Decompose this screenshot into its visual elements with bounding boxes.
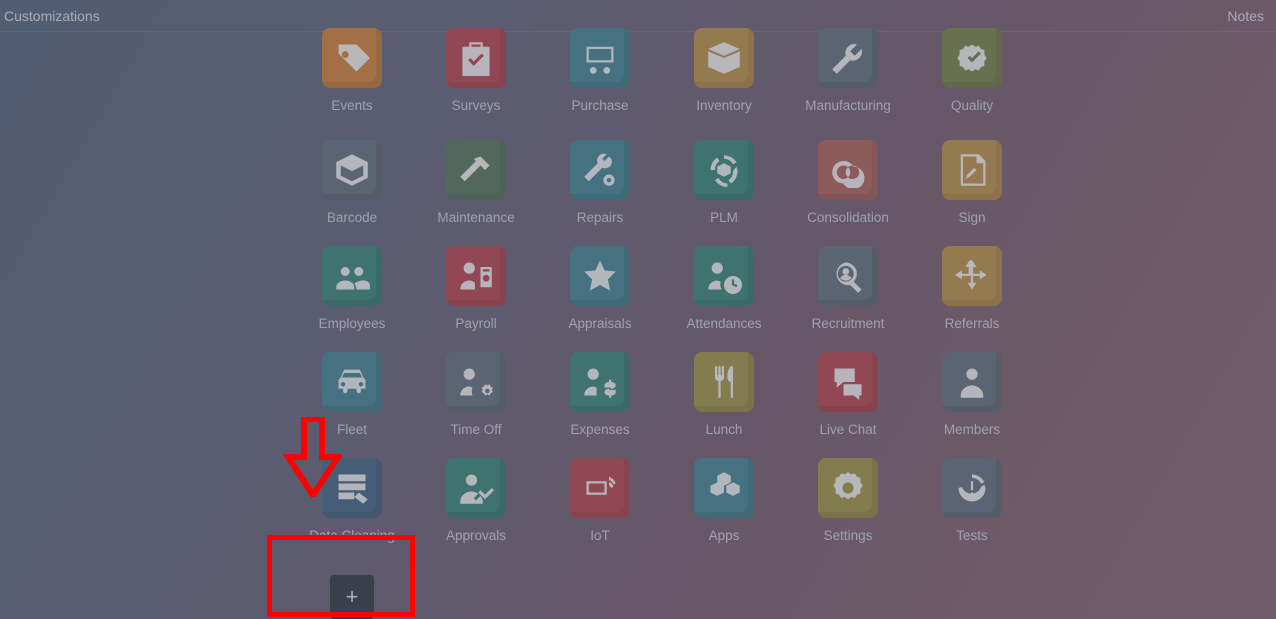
app-label: Quality [951, 98, 993, 114]
doc-sign-icon [942, 140, 1002, 200]
app-tile-settings[interactable]: Settings [786, 452, 910, 558]
clipboard-check-icon [446, 28, 506, 88]
car-icon [322, 352, 382, 412]
app-label: Appraisals [568, 316, 631, 332]
app-tile-expenses[interactable]: Expenses [538, 346, 662, 452]
tag-icon [322, 28, 382, 88]
app-label: Inventory [696, 98, 752, 114]
app-label: Members [944, 422, 1000, 438]
app-tile-approvals[interactable]: Approvals [414, 452, 538, 558]
app-tile-consolidation[interactable]: Consolidation [786, 134, 910, 240]
barcode-box-icon [322, 140, 382, 200]
app-grid: Events Surveys Purchase Inventory Manufactur… [290, 28, 1070, 619]
app-label: Employees [319, 316, 386, 332]
cubes-icon [694, 458, 754, 518]
magnify-user-icon [818, 246, 878, 306]
app-tile-referrals[interactable]: Referrals [910, 240, 1034, 346]
app-tile-plm[interactable]: PLM [662, 134, 786, 240]
app-label: Lunch [706, 422, 743, 438]
app-label: Manufacturing [805, 98, 891, 114]
referral-icon [942, 246, 1002, 306]
people-icon [322, 246, 382, 306]
app-tile-inventory[interactable]: Inventory [662, 28, 786, 134]
app-tile-surveys[interactable]: Surveys [414, 28, 538, 134]
app-label: Surveys [452, 98, 501, 114]
app-tile-appraisals[interactable]: Appraisals [538, 240, 662, 346]
app-tile-attendances[interactable]: Attendances [662, 240, 786, 346]
app-label: Maintenance [437, 210, 514, 226]
user-dollar-icon [570, 352, 630, 412]
gear-check-icon [942, 28, 1002, 88]
star-icon [570, 246, 630, 306]
app-label: Expenses [570, 422, 629, 438]
app-label: Attendances [686, 316, 761, 332]
app-tile-barcode[interactable]: Barcode [290, 134, 414, 240]
app-label: Events [331, 98, 372, 114]
app-tile-manufacturing[interactable]: Manufacturing [786, 28, 910, 134]
chat-bubbles-icon [818, 352, 878, 412]
app-label: Repairs [577, 210, 624, 226]
venn-icon [818, 140, 878, 200]
app-tile-iot[interactable]: IoT [538, 452, 662, 558]
cart-icon [570, 28, 630, 88]
app-label: Live Chat [819, 422, 876, 438]
topbar-left-label[interactable]: Customizations [0, 8, 100, 24]
member-icon [942, 352, 1002, 412]
user-clock-icon [694, 246, 754, 306]
app-label: Sign [958, 210, 985, 226]
app-label: Consolidation [807, 210, 889, 226]
user-gear-icon [446, 352, 506, 412]
cycle-cube-icon [694, 140, 754, 200]
app-label: Apps [709, 528, 740, 544]
app-tile-lunch[interactable]: Lunch [662, 346, 786, 452]
app-label: Time Off [450, 422, 501, 438]
app-label: PLM [710, 210, 738, 226]
app-tile-recruitment[interactable]: Recruitment [786, 240, 910, 346]
user-check-icon [446, 458, 506, 518]
iot-icon [570, 458, 630, 518]
app-tile-payroll[interactable]: Payroll [414, 240, 538, 346]
app-label: Payroll [455, 316, 496, 332]
annotation-red-arrow [282, 417, 342, 497]
hammer-icon [446, 140, 506, 200]
gear-icon [818, 458, 878, 518]
annotation-red-box [267, 535, 415, 617]
topbar-right-label[interactable]: Notes [1227, 8, 1264, 24]
app-label: IoT [590, 528, 610, 544]
app-label: Recruitment [812, 316, 885, 332]
app-tile-apps[interactable]: Apps [662, 452, 786, 558]
app-tile-maintenance[interactable]: Maintenance [414, 134, 538, 240]
box-open-icon [694, 28, 754, 88]
app-tile-live-chat[interactable]: Live Chat [786, 346, 910, 452]
cutlery-icon [694, 352, 754, 412]
app-tile-quality[interactable]: Quality [910, 28, 1034, 134]
app-tile-repairs[interactable]: Repairs [538, 134, 662, 240]
reload-alert-icon [942, 458, 1002, 518]
app-tile-members[interactable]: Members [910, 346, 1034, 452]
app-tile-sign[interactable]: Sign [910, 134, 1034, 240]
app-label: Referrals [945, 316, 1000, 332]
app-tile-purchase[interactable]: Purchase [538, 28, 662, 134]
app-tile-employees[interactable]: Employees [290, 240, 414, 346]
app-tile-tests[interactable]: Tests [910, 452, 1034, 558]
app-label: Settings [824, 528, 873, 544]
app-tile-time-off[interactable]: Time Off [414, 346, 538, 452]
app-label: Approvals [446, 528, 506, 544]
wrench-icon [818, 28, 878, 88]
wrench-gear-icon [570, 140, 630, 200]
app-tile-events[interactable]: Events [290, 28, 414, 134]
app-label: Tests [956, 528, 988, 544]
app-label: Purchase [571, 98, 628, 114]
app-label: Barcode [327, 210, 377, 226]
payroll-icon [446, 246, 506, 306]
